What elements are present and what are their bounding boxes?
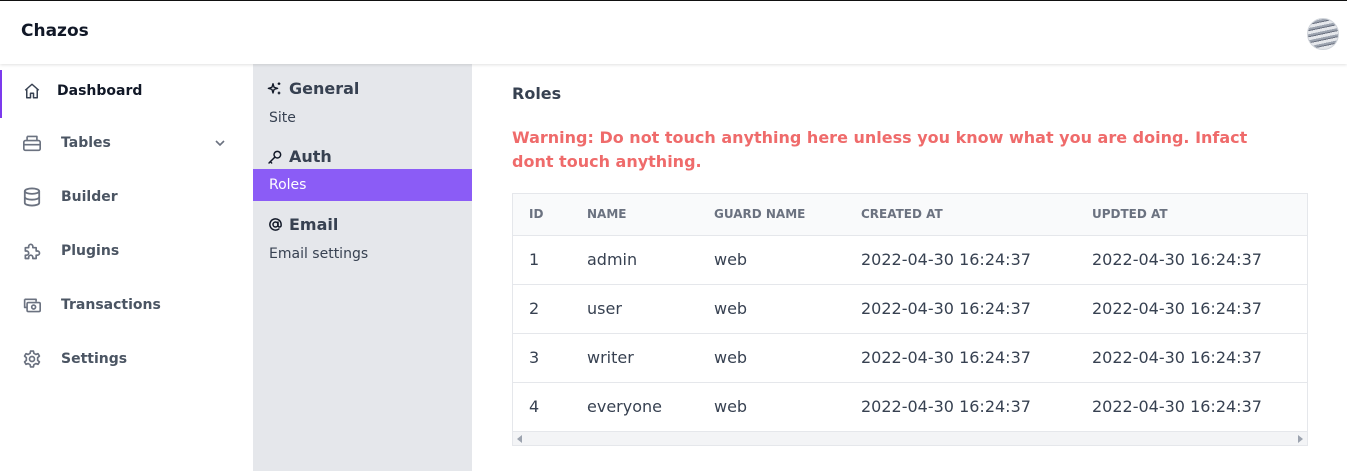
sidebar-item-transactions[interactable]: Transactions: [0, 281, 253, 329]
cell-created-at: 2022-04-30 16:24:37: [861, 333, 1092, 383]
section-email: Email: [267, 215, 338, 234]
table-row[interactable]: 3 writer web 2022-04-30 16:24:37 2022-04…: [513, 333, 1307, 383]
section-auth: Auth: [267, 147, 332, 166]
cell-guard-name: web: [714, 235, 861, 285]
roles-table: ID NAME GUARD NAME CREATED AT UPDTED AT …: [513, 194, 1307, 431]
cell-name: admin: [587, 235, 714, 285]
database-icon: [22, 187, 42, 207]
sidebar-item-label: Settings: [61, 351, 128, 367]
app-brand[interactable]: Chazos: [21, 21, 89, 41]
sparkles-icon: [267, 81, 283, 97]
sidebar-item-settings[interactable]: Settings: [0, 335, 253, 383]
cell-updated-at: 2022-04-30 16:24:37: [1092, 333, 1307, 383]
cell-id: 1: [513, 235, 587, 285]
sidebar-item-builder[interactable]: Builder: [0, 173, 253, 221]
cell-name: everyone: [587, 397, 662, 417]
settings-subnav: General Site Auth Roles Email Email sett…: [253, 64, 472, 471]
cell-created-at: 2022-04-30 16:24:37: [861, 284, 1092, 334]
puzzle-icon: [22, 241, 42, 261]
section-title: Auth: [289, 147, 332, 166]
cell-updated-at: 2022-04-30 16:24:37: [1092, 284, 1307, 334]
cash-icon: [22, 295, 42, 315]
sidebar-item-label: Dashboard: [57, 83, 143, 99]
column-header-name: NAME: [587, 194, 714, 236]
chevron-down-icon[interactable]: [214, 137, 226, 149]
subnav-link-site[interactable]: Site: [253, 102, 472, 134]
column-header-id: ID: [513, 194, 587, 236]
at-icon: [267, 217, 283, 233]
column-header-updated-at: UPDTED AT: [1092, 194, 1307, 236]
main-content: Roles Warning: Do not touch anything her…: [472, 64, 1347, 471]
gear-icon: [22, 349, 42, 369]
cell-updated-at: 2022-04-30 16:24:37: [1092, 397, 1262, 417]
roles-table-container: ID NAME GUARD NAME CREATED AT UPDTED AT …: [512, 193, 1308, 446]
top-bar: Chazos: [0, 0, 1347, 64]
subnav-link-roles[interactable]: Roles: [253, 169, 472, 201]
sidebar-item-label: Tables: [61, 135, 111, 151]
section-title: Email: [289, 215, 339, 234]
section-general: General: [267, 79, 359, 98]
cell-id: 2: [513, 284, 587, 334]
cell-id: 3: [513, 333, 587, 383]
table-header-row: ID NAME GUARD NAME CREATED AT UPDTED AT: [513, 194, 1307, 236]
user-avatar[interactable]: [1307, 18, 1339, 50]
cell-created-at: 2022-04-30 16:24:37: [861, 397, 1031, 417]
sidebar-item-label: Plugins: [61, 243, 120, 259]
cell-guard-name: web: [714, 397, 748, 417]
cell-created-at: 2022-04-30 16:24:37: [861, 235, 1092, 285]
sidebar-item-label: Builder: [61, 189, 118, 205]
table-row[interactable]: 1 admin web 2022-04-30 16:24:37 2022-04-…: [513, 235, 1307, 285]
page-title: Roles: [512, 84, 562, 103]
home-icon: [22, 81, 42, 101]
sidebar-item-dashboard[interactable]: Dashboard: [0, 67, 253, 118]
column-header-created-at: CREATED AT: [861, 194, 1092, 236]
scroll-right-arrow-icon[interactable]: [1298, 435, 1303, 443]
key-icon: [267, 149, 283, 165]
column-header-guard-name: GUARD NAME: [714, 194, 861, 236]
cell-guard-name: web: [714, 333, 861, 383]
cell-id: 4: [529, 397, 540, 417]
tables-icon: [22, 133, 42, 153]
sidebar-item-plugins[interactable]: Plugins: [0, 227, 253, 275]
sidebar: Dashboard Tables Builder Plugins Transac…: [0, 64, 253, 471]
section-title: General: [289, 79, 360, 98]
sidebar-item-tables[interactable]: Tables: [0, 119, 253, 167]
cell-name: user: [587, 284, 714, 334]
cell-name: writer: [587, 333, 714, 383]
scroll-left-arrow-icon[interactable]: [517, 435, 522, 443]
subnav-link-email-settings[interactable]: Email settings: [253, 238, 472, 270]
warning-message: Warning: Do not touch anything here unle…: [512, 128, 1248, 171]
table-row[interactable]: 4 everyone web 2022-04-30 16:24:37 2022-…: [513, 382, 1307, 431]
cell-guard-name: web: [714, 284, 861, 334]
cell-updated-at: 2022-04-30 16:24:37: [1092, 235, 1307, 285]
horizontal-scrollbar[interactable]: [513, 431, 1307, 445]
table-row[interactable]: 2 user web 2022-04-30 16:24:37 2022-04-3…: [513, 284, 1307, 334]
sidebar-item-label: Transactions: [61, 297, 161, 313]
